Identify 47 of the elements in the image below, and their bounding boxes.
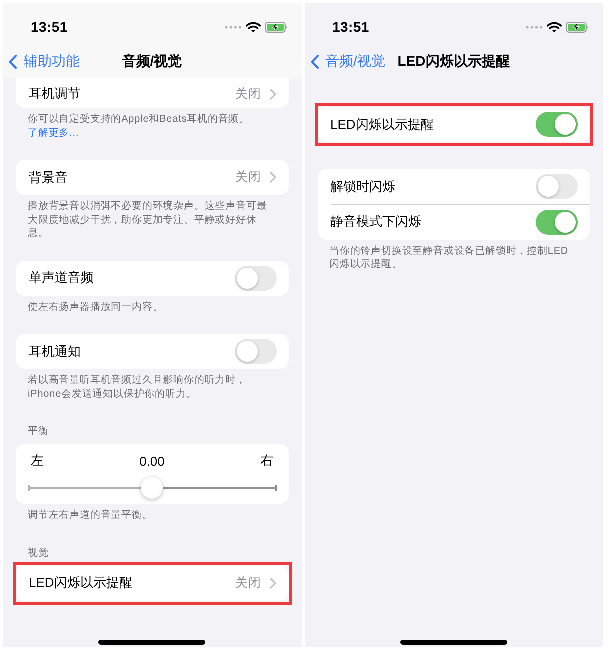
chevron-right-icon bbox=[270, 88, 276, 100]
footer-note: 使左右扬声器播放同一内容。 bbox=[27, 300, 164, 314]
slider-thumb[interactable] bbox=[141, 477, 164, 499]
footer-note: 播放背景音以消弭不必要的环境杂声。这些声音可最大限度地减少干扰，助你更加专注、平静或好好休息。 bbox=[27, 200, 268, 240]
row-label: 耳机通知 bbox=[29, 342, 82, 360]
battery-charging-icon bbox=[264, 22, 288, 32]
row-value: 关闭 bbox=[236, 574, 262, 592]
row-value: 关闭 bbox=[236, 169, 262, 186]
toggle-switch[interactable] bbox=[536, 210, 578, 234]
nav-title: LED闪烁以示提醒 bbox=[398, 52, 510, 70]
battery-charging-icon bbox=[566, 22, 589, 32]
row-label: 静音模式下闪烁 bbox=[330, 213, 422, 231]
row-label: 单声道音频 bbox=[29, 269, 95, 287]
row-label: LED闪烁以示提醒 bbox=[330, 116, 435, 134]
row-label: 耳机调节 bbox=[29, 85, 82, 103]
footer-note: 调节左右声道的音量平衡。 bbox=[27, 509, 154, 522]
footer-note: 当你的铃声切换设至静音或设备已解锁时，控制LED闪烁以示提醒。 bbox=[328, 244, 570, 272]
signal-icon bbox=[224, 26, 242, 28]
row-label: LED闪烁以示提醒 bbox=[29, 574, 134, 592]
section-header: 平衡 bbox=[27, 425, 50, 439]
learn-more-link[interactable]: 了解更多... bbox=[28, 128, 80, 138]
back-button[interactable]: 辅助功能 bbox=[3, 52, 80, 70]
toggle-switch[interactable] bbox=[234, 339, 276, 364]
section-header: 视觉 bbox=[27, 546, 50, 560]
slider-max-label: 右 bbox=[260, 452, 274, 470]
signal-icon bbox=[526, 26, 543, 28]
slider-min-label: 左 bbox=[31, 452, 45, 470]
row-label: 背景音 bbox=[29, 168, 69, 186]
slider-track[interactable] bbox=[28, 477, 276, 499]
wifi-icon bbox=[246, 22, 260, 32]
toggle-switch[interactable] bbox=[536, 112, 578, 137]
chevron-right-icon bbox=[270, 578, 276, 588]
row-label: 解锁时闪烁 bbox=[330, 178, 396, 196]
status-time: 13:51 bbox=[332, 19, 370, 35]
footer-note: 若以高音量听耳机音频过久且影响你的听力时，iPhone会发送通知以保护你的听力。 bbox=[27, 374, 248, 401]
chevron-right-icon bbox=[270, 172, 276, 183]
chevron-left-icon bbox=[310, 54, 318, 68]
toggle-switch[interactable] bbox=[536, 174, 578, 199]
status-time: 13:51 bbox=[31, 19, 68, 35]
toggle-switch[interactable] bbox=[234, 266, 276, 290]
slider-value: 0.00 bbox=[140, 454, 165, 468]
nav-title: 音频/视觉 bbox=[122, 52, 182, 70]
back-button[interactable]: 音频/视觉 bbox=[304, 52, 386, 70]
wifi-icon bbox=[547, 22, 562, 32]
row-value: 关闭 bbox=[236, 86, 262, 102]
footer-note: 你可以自定受支持的Apple和Beats耳机的音频。 了解更多... bbox=[27, 113, 251, 140]
chevron-left-icon bbox=[9, 54, 17, 68]
